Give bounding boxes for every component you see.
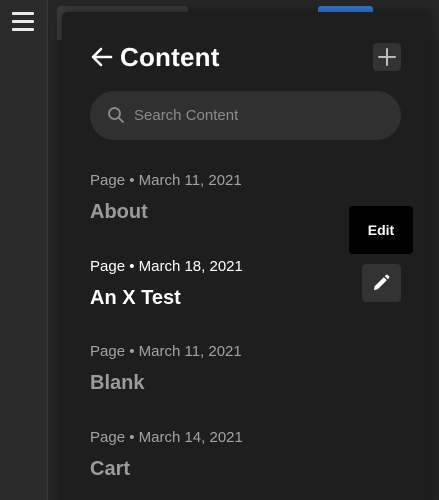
item-meta: Page • March 11, 2021 xyxy=(90,343,242,360)
content-item-blank[interactable]: Page • March 11, 2021 Blank xyxy=(90,343,390,395)
add-content-button[interactable] xyxy=(373,43,401,71)
item-meta: Page • March 14, 2021 xyxy=(90,429,243,446)
search-icon xyxy=(108,107,124,123)
plus-icon xyxy=(378,48,396,66)
back-arrow-icon[interactable] xyxy=(90,45,114,69)
panel-title: Content xyxy=(120,42,220,72)
app-window: Content Page • March 11, 2021 About Page… xyxy=(0,0,439,500)
left-rail xyxy=(0,0,48,500)
item-meta: Page • March 11, 2021 xyxy=(90,172,242,189)
hamburger-menu-icon[interactable] xyxy=(12,12,34,32)
search-bar xyxy=(90,91,401,140)
content-item-an-x-test[interactable]: Page • March 18, 2021 An X Test xyxy=(90,258,390,310)
content-item-about[interactable]: Page • March 11, 2021 About xyxy=(90,172,390,224)
pencil-icon xyxy=(374,274,390,290)
search-input[interactable] xyxy=(134,91,389,140)
edit-tooltip: Edit xyxy=(349,206,413,254)
content-panel: Content Page • March 11, 2021 About Page… xyxy=(62,12,430,500)
item-title: Cart xyxy=(90,458,131,480)
content-item-cart[interactable]: Page • March 14, 2021 Cart xyxy=(90,429,390,481)
edit-button[interactable] xyxy=(362,264,401,302)
item-title: Blank xyxy=(90,372,145,394)
item-meta: Page • March 18, 2021 xyxy=(90,258,243,275)
item-title: An X Test xyxy=(90,287,181,309)
item-title: About xyxy=(90,201,148,223)
